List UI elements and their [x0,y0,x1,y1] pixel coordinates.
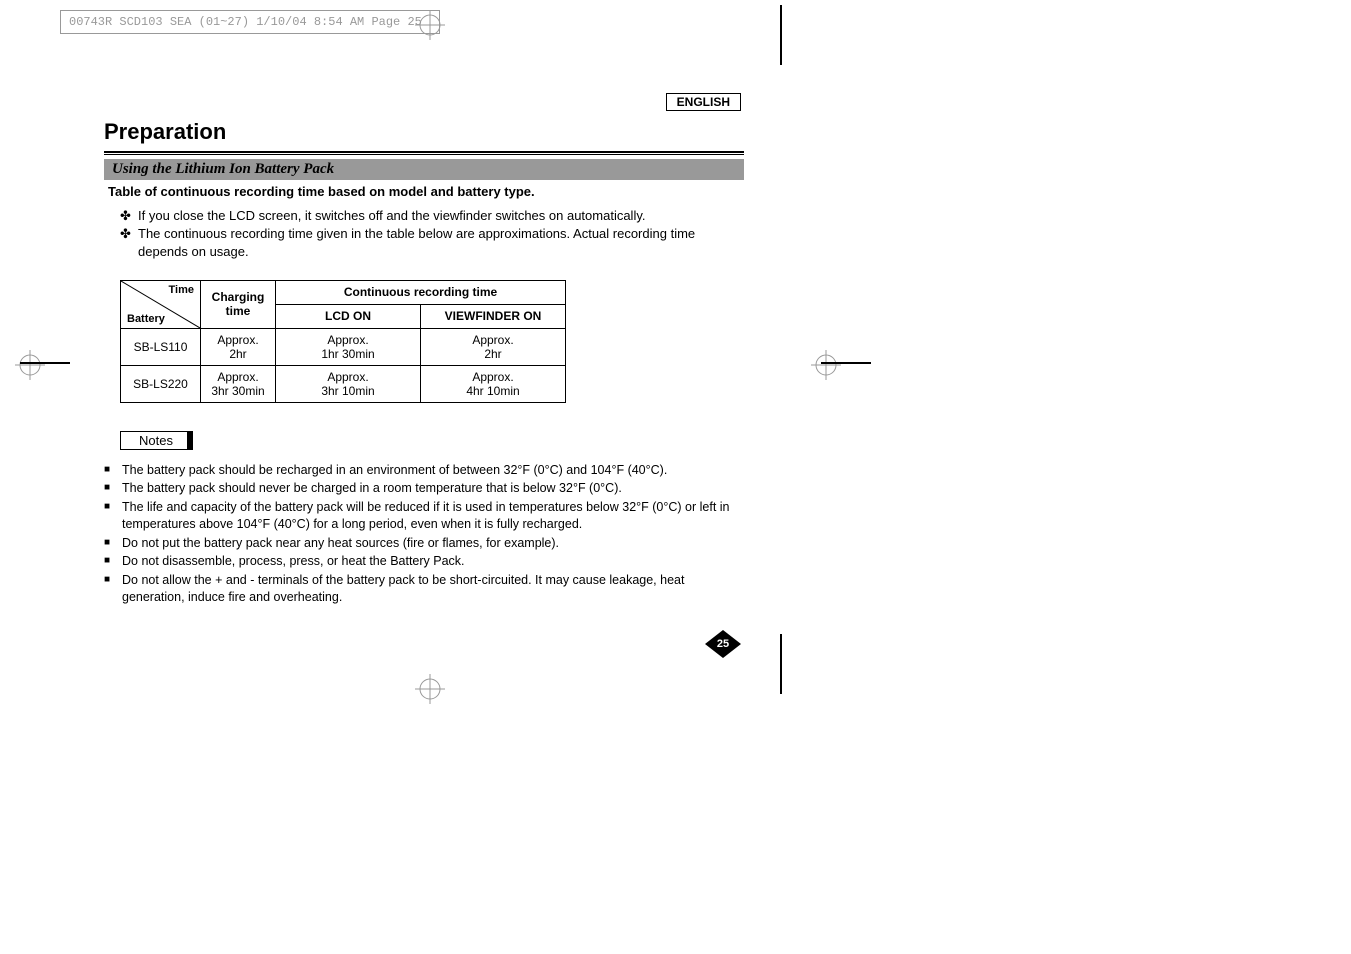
continuous-recording-header: Continuous recording time [276,280,566,304]
battery-model: SB-LS110 [121,328,201,365]
subtitle: Table of continuous recording time based… [104,184,744,199]
print-header-info: 00743R SCD103 SEA (01~27) 1/10/04 8:54 A… [60,10,440,34]
bullet-item: If you close the LCD screen, it switches… [120,207,744,225]
recording-time-table: Time Battery Charging time Continuous re… [120,280,566,403]
note-item: Do not disassemble, process, press, or h… [104,553,744,571]
crop-line-bottom [780,634,782,694]
note-item: The life and capacity of the battery pac… [104,499,744,534]
page-title: Preparation [104,119,744,145]
lcd-on-header: LCD ON [276,304,421,328]
bullet-item: The continuous recording time given in t… [120,225,744,261]
note-item: Do not put the battery pack near any hea… [104,535,744,553]
charge-time: Approx.2hr [201,328,276,365]
title-underline-thick [104,151,744,153]
table-row: SB-LS220 Approx.3hr 30min Approx.3hr 10m… [121,365,566,402]
registration-mark-left [15,350,45,380]
page-number: 25 [717,638,729,650]
battery-model: SB-LS220 [121,365,201,402]
registration-mark-bottom [415,674,445,704]
print-header-text: 00743R SCD103 SEA (01~27) 1/10/04 8:54 A… [69,15,422,29]
crop-line-top [780,5,782,65]
diag-header-battery: Battery [127,313,165,325]
page-number-badge: 25 [705,630,741,658]
language-label: ENGLISH [666,93,741,111]
registration-mark-right [811,350,841,380]
notes-list: The battery pack should be recharged in … [104,462,744,607]
page-content: ENGLISH Preparation Using the Lithium Io… [104,95,744,608]
lcd-time: Approx.1hr 30min [276,328,421,365]
crop-line-left [20,362,70,364]
vf-time: Approx.4hr 10min [421,365,566,402]
notes-label-box: Notes [120,431,193,450]
table-diagonal-header: Time Battery [121,280,201,328]
charge-time: Approx.3hr 30min [201,365,276,402]
lcd-time: Approx.3hr 10min [276,365,421,402]
title-underline-thin [104,154,744,155]
registration-mark-top [415,10,445,40]
vf-time: Approx.2hr [421,328,566,365]
note-item: The battery pack should never be charged… [104,480,744,498]
diag-header-time: Time [169,284,194,296]
intro-bullets: If you close the LCD screen, it switches… [104,207,744,262]
viewfinder-on-header: VIEWFINDER ON [421,304,566,328]
note-item: Do not allow the + and - terminals of th… [104,572,744,607]
note-item: The battery pack should be recharged in … [104,462,744,480]
table-row: SB-LS110 Approx.2hr Approx.1hr 30min App… [121,328,566,365]
charging-time-header: Charging time [201,280,276,328]
section-header: Using the Lithium Ion Battery Pack [104,159,744,180]
crop-line-right [821,362,871,364]
